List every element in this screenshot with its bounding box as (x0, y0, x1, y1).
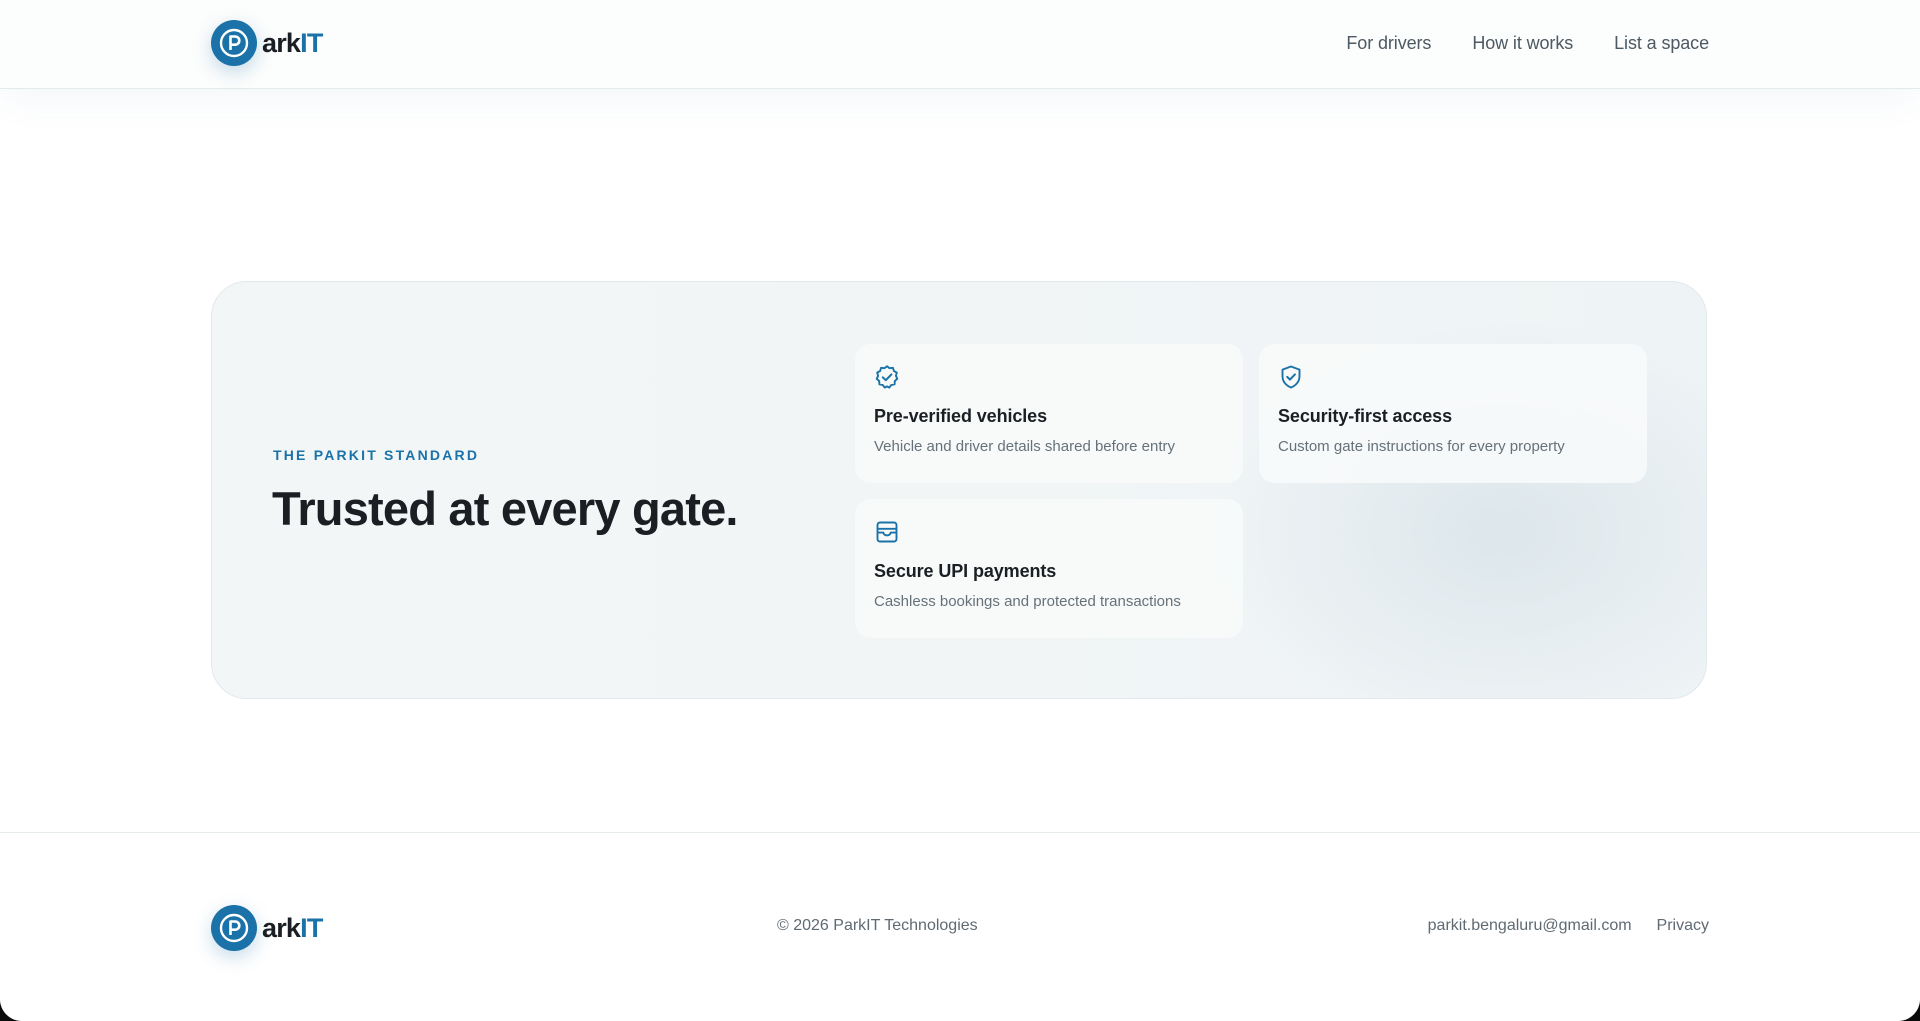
brand-name-suffix: IT (300, 27, 323, 58)
nav-link-how-it-works[interactable]: How it works (1472, 33, 1573, 54)
feature-description: Vehicle and driver details shared before… (874, 438, 1176, 455)
site-footer: arkIT © 2026 ParkIT Technologies parkit.… (0, 832, 1920, 1021)
payment-card-icon (874, 519, 900, 545)
privacy-link[interactable]: Privacy (1657, 917, 1709, 935)
brand-name-prefix: ark (262, 912, 301, 943)
brand-name-suffix: IT (300, 912, 323, 943)
feature-title: Pre-verified vehicles (874, 406, 1047, 426)
page: arkIT For drivers How it works List a sp… (0, 0, 1920, 1021)
contact-email-link[interactable]: parkit.bengaluru@gmail.com (1428, 917, 1632, 935)
feature-description: Cashless bookings and protected transact… (874, 593, 1181, 610)
verified-badge-icon (874, 364, 900, 390)
footer-links: parkit.bengaluru@gmail.com Privacy (1428, 917, 1709, 935)
brand-wordmark: arkIT (262, 912, 323, 943)
feature-description: Custom gate instructions for every prope… (1278, 438, 1565, 455)
standard-section: THE PARKIT STANDARD Trusted at every gat… (211, 281, 1707, 699)
header-logo[interactable]: arkIT (211, 20, 323, 66)
brand-name-prefix: ark (262, 27, 301, 58)
copyright-text: © 2026 ParkIT Technologies (777, 917, 978, 934)
brand-wordmark: arkIT (262, 27, 323, 58)
feature-title: Secure UPI payments (874, 561, 1057, 581)
feature-card-security-access: Security-first access Custom gate instru… (1259, 344, 1647, 483)
shield-check-icon (1278, 364, 1304, 390)
site-header: arkIT For drivers How it works List a sp… (0, 0, 1920, 89)
feature-card-upi-payments: Secure UPI payments Cashless bookings an… (855, 499, 1243, 638)
parking-p-icon (211, 20, 257, 66)
feature-card-verified-vehicles: Pre-verified vehicles Vehicle and driver… (855, 344, 1243, 483)
footer-logo[interactable]: arkIT (211, 905, 323, 951)
nav-link-list-a-space[interactable]: List a space (1614, 33, 1709, 54)
parking-p-icon (211, 905, 257, 951)
feature-title: Security-first access (1278, 406, 1452, 426)
nav-link-for-drivers[interactable]: For drivers (1346, 33, 1431, 54)
section-eyebrow: THE PARKIT STANDARD (273, 447, 480, 463)
section-headline: Trusted at every gate. (272, 482, 738, 535)
main-nav: For drivers How it works List a space (1346, 0, 1709, 86)
